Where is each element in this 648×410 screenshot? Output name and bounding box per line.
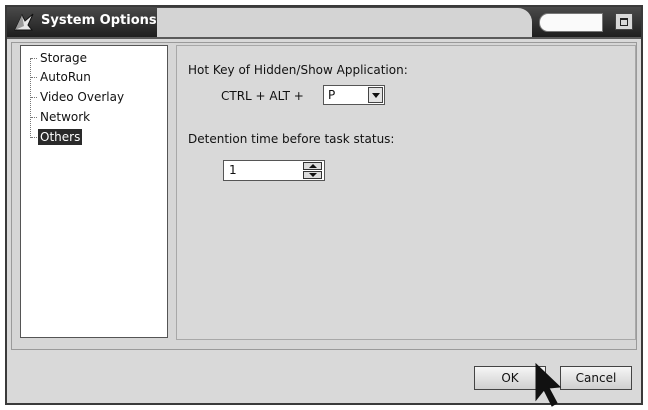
title-bar[interactable]: System Options xyxy=(7,7,641,39)
tree-item-label: AutoRun xyxy=(40,70,91,84)
maximize-icon[interactable] xyxy=(615,13,633,30)
tree-branch xyxy=(31,58,37,59)
hotkey-prefix: CTRL + ALT + xyxy=(221,89,304,103)
tree-branch xyxy=(31,97,37,98)
tree-item-label: Video Overlay xyxy=(40,90,125,104)
tree-item-label: Network xyxy=(40,110,91,124)
spin-up-icon[interactable] xyxy=(303,162,322,170)
app-icon xyxy=(14,13,34,31)
tree-item-label: Others xyxy=(38,129,83,145)
title-field xyxy=(539,13,603,32)
hotkey-select[interactable]: P xyxy=(323,85,385,105)
cancel-button[interactable]: Cancel xyxy=(560,366,632,390)
tree-item-label: Storage xyxy=(40,51,87,65)
tree-branch xyxy=(31,77,37,78)
spin-down-icon[interactable] xyxy=(303,171,322,179)
chevron-down-icon[interactable] xyxy=(368,87,383,103)
detention-value: 1 xyxy=(229,163,237,177)
title-tab-area xyxy=(157,8,532,37)
hotkey-value: P xyxy=(328,88,336,102)
detention-stepper[interactable]: 1 xyxy=(223,160,325,181)
detention-label: Detention time before task status: xyxy=(188,132,395,146)
options-tree: Storage AutoRun Video Overlay Network Ot… xyxy=(20,45,168,338)
tree-branch xyxy=(31,137,37,138)
window-title: System Options xyxy=(41,13,157,28)
hotkey-label: Hot Key of Hidden/Show Application: xyxy=(188,63,408,77)
tree-connector-line xyxy=(30,58,31,138)
mouse-pointer-icon xyxy=(535,362,562,407)
tree-branch xyxy=(31,117,37,118)
